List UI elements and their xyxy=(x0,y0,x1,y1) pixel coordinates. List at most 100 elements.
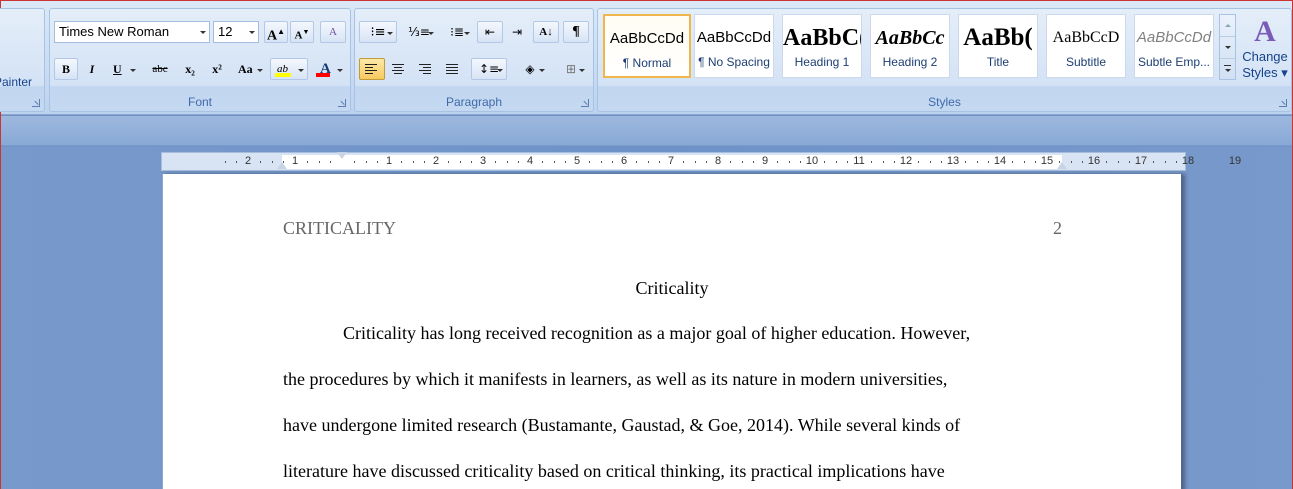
chevron-down-icon[interactable] xyxy=(579,69,585,72)
line-spacing-button[interactable]: ↕≡ xyxy=(471,58,507,80)
chevron-down-icon[interactable] xyxy=(497,69,503,72)
format-painter-button[interactable]: Painter xyxy=(0,75,32,89)
align-left-button[interactable] xyxy=(359,58,385,80)
style-name: Subtitle xyxy=(1065,55,1107,69)
ruler-number: 1 xyxy=(291,155,299,167)
ruler-tick xyxy=(541,161,543,163)
hanging-indent-marker[interactable] xyxy=(277,162,287,169)
italic-button[interactable]: I xyxy=(80,58,104,80)
horizontal-ruler[interactable]: 2 1 1 2 3 4 5 6 7 8 9 10 11 12 13 14 15 16 17 18 19 xyxy=(161,152,1241,171)
justify-button[interactable] xyxy=(440,58,466,80)
ruler-tick xyxy=(259,161,261,163)
chevron-down-icon[interactable] xyxy=(464,32,470,35)
strikethrough-button[interactable]: abc xyxy=(146,58,174,80)
more-icon xyxy=(1224,65,1231,66)
chevron-down-icon[interactable] xyxy=(298,69,304,72)
style-normal[interactable]: AaBbCcDd ¶ Normal xyxy=(603,14,691,78)
styles-dialog-launcher-icon[interactable] xyxy=(1279,99,1287,107)
shrink-font-button[interactable]: A▼ xyxy=(290,21,314,43)
align-right-icon xyxy=(419,64,431,75)
paragraph-dialog-launcher-icon[interactable] xyxy=(581,99,589,107)
ruler-tick xyxy=(353,161,355,163)
underline-icon: U xyxy=(113,62,122,76)
show-hide-marks-button[interactable]: ¶ xyxy=(563,21,589,43)
font-size-combo[interactable]: 12 xyxy=(213,21,259,43)
ruler-tick xyxy=(941,161,943,163)
eraser-icon: A xyxy=(329,26,337,38)
ruler-tick xyxy=(929,161,931,163)
clipboard-dialog-launcher-icon[interactable] xyxy=(32,99,40,107)
change-styles-button[interactable]: A Change Styles ▾ xyxy=(1239,15,1291,81)
ruler-tick xyxy=(870,161,872,163)
superscript-button[interactable]: x² xyxy=(205,58,229,80)
ruler-tick xyxy=(753,161,755,163)
ruler-tick xyxy=(318,161,320,163)
ruler-tick xyxy=(1070,161,1072,163)
ruler-number: 10 xyxy=(805,155,819,167)
ruler-tick xyxy=(518,161,520,163)
ruler-number: 17 xyxy=(1134,155,1148,167)
borders-icon: ⊞ xyxy=(565,62,577,76)
style-subtle-emphasis[interactable]: AaBbCcDd Subtle Emp... xyxy=(1134,14,1214,78)
sort-button[interactable]: A↓ xyxy=(533,21,559,43)
ruler-tick xyxy=(635,161,637,163)
align-right-button[interactable] xyxy=(413,58,439,80)
style-heading-2[interactable]: AaBbCc Heading 2 xyxy=(870,14,950,78)
decrease-indent-button[interactable]: ⇤ xyxy=(477,21,503,43)
style-name: Heading 1 xyxy=(794,55,850,69)
justify-icon xyxy=(446,64,458,75)
align-center-icon xyxy=(392,64,404,75)
document-page[interactable]: CRITICALITY 2 Criticality Criticality ha… xyxy=(162,174,1182,489)
chevron-down-icon[interactable] xyxy=(337,69,343,72)
highlight-color-button[interactable]: ab xyxy=(270,58,308,80)
ruler-tick xyxy=(553,161,555,163)
shading-button[interactable]: ◈ xyxy=(511,58,549,80)
style-sample: AaBbCcDd xyxy=(696,29,772,46)
clear-formatting-button[interactable]: A xyxy=(320,21,346,43)
ruler-tick xyxy=(1152,161,1154,163)
ruler-number: 9 xyxy=(761,155,769,167)
borders-button[interactable]: ⊞ xyxy=(553,58,589,80)
chevron-down-icon[interactable] xyxy=(130,69,136,72)
style-heading-1[interactable]: AaBbC( Heading 1 xyxy=(782,14,862,78)
multilevel-list-button[interactable]: ⁝≣ xyxy=(441,21,473,43)
numbering-button[interactable]: ⅓≡ xyxy=(400,21,438,43)
style-sample: AaBbCcDd xyxy=(609,30,685,47)
ruler-tick xyxy=(800,161,802,163)
change-styles-label-text: Styles xyxy=(1242,65,1278,80)
style-name: Subtle Emp... xyxy=(1137,55,1211,69)
ruler-tick xyxy=(1023,161,1025,163)
style-title[interactable]: AaBb( Title xyxy=(958,14,1038,78)
gallery-scroll-up-button[interactable] xyxy=(1220,15,1235,37)
first-line-indent-marker[interactable] xyxy=(337,152,347,159)
ruler-tick xyxy=(823,161,825,163)
align-center-button[interactable] xyxy=(386,58,412,80)
gallery-scroll-down-button[interactable] xyxy=(1220,37,1235,59)
font-color-button[interactable]: A xyxy=(311,58,347,80)
ruler-tick xyxy=(964,161,966,163)
grow-font-icon: A xyxy=(266,28,278,44)
change-case-button[interactable]: Aa xyxy=(232,58,266,80)
font-dialog-launcher-icon[interactable] xyxy=(338,99,346,107)
increase-indent-button[interactable]: ⇥ xyxy=(504,21,530,43)
ruler-tick xyxy=(330,161,332,163)
chevron-down-icon[interactable] xyxy=(387,32,393,35)
paragraph-group: ⁝≡ ⅓≡ ⁝≣ ⇤ ⇥ A↓ ¶ ↕≡ ◈ ⊞ Paragraph xyxy=(354,8,594,112)
style-no-spacing[interactable]: AaBbCcDd ¶ No Spacing xyxy=(694,14,774,78)
ruler-tick xyxy=(306,161,308,163)
chevron-down-icon[interactable] xyxy=(257,69,263,72)
chevron-down-icon[interactable] xyxy=(539,69,545,72)
right-indent-marker[interactable] xyxy=(1057,162,1067,169)
font-name-combo[interactable]: Times New Roman xyxy=(54,21,210,43)
grow-font-button[interactable]: A▲ xyxy=(264,21,288,44)
ruler-tick xyxy=(882,161,884,163)
chevron-down-icon[interactable] xyxy=(428,32,434,35)
underline-button[interactable]: U xyxy=(106,58,140,80)
bullets-button[interactable]: ⁝≡ xyxy=(359,21,397,43)
align-left-icon xyxy=(365,64,377,75)
gallery-more-button[interactable] xyxy=(1220,59,1235,81)
ruler-tick xyxy=(236,161,238,163)
style-subtitle[interactable]: AaBbCcD Subtitle xyxy=(1046,14,1126,78)
subscript-button[interactable]: x₂ xyxy=(178,58,202,80)
bold-button[interactable]: B xyxy=(54,58,78,80)
